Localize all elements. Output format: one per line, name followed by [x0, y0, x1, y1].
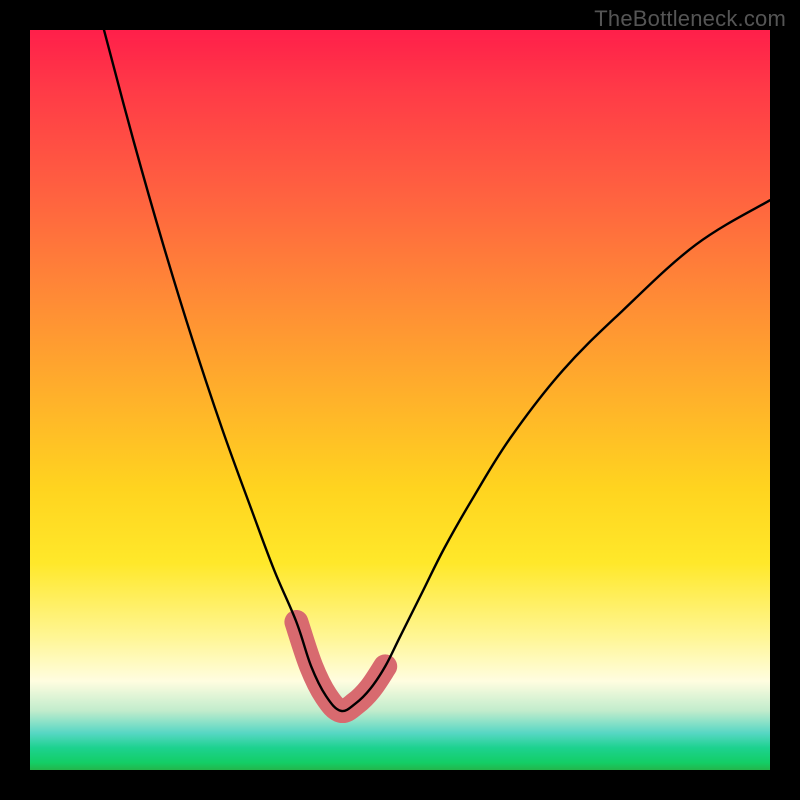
- plot-area: [30, 30, 770, 770]
- main-curve-path: [104, 30, 770, 711]
- highlight-band-path: [296, 622, 385, 711]
- curve-layer: [30, 30, 770, 770]
- chart-frame: TheBottleneck.com: [0, 0, 800, 800]
- watermark-text: TheBottleneck.com: [594, 6, 786, 32]
